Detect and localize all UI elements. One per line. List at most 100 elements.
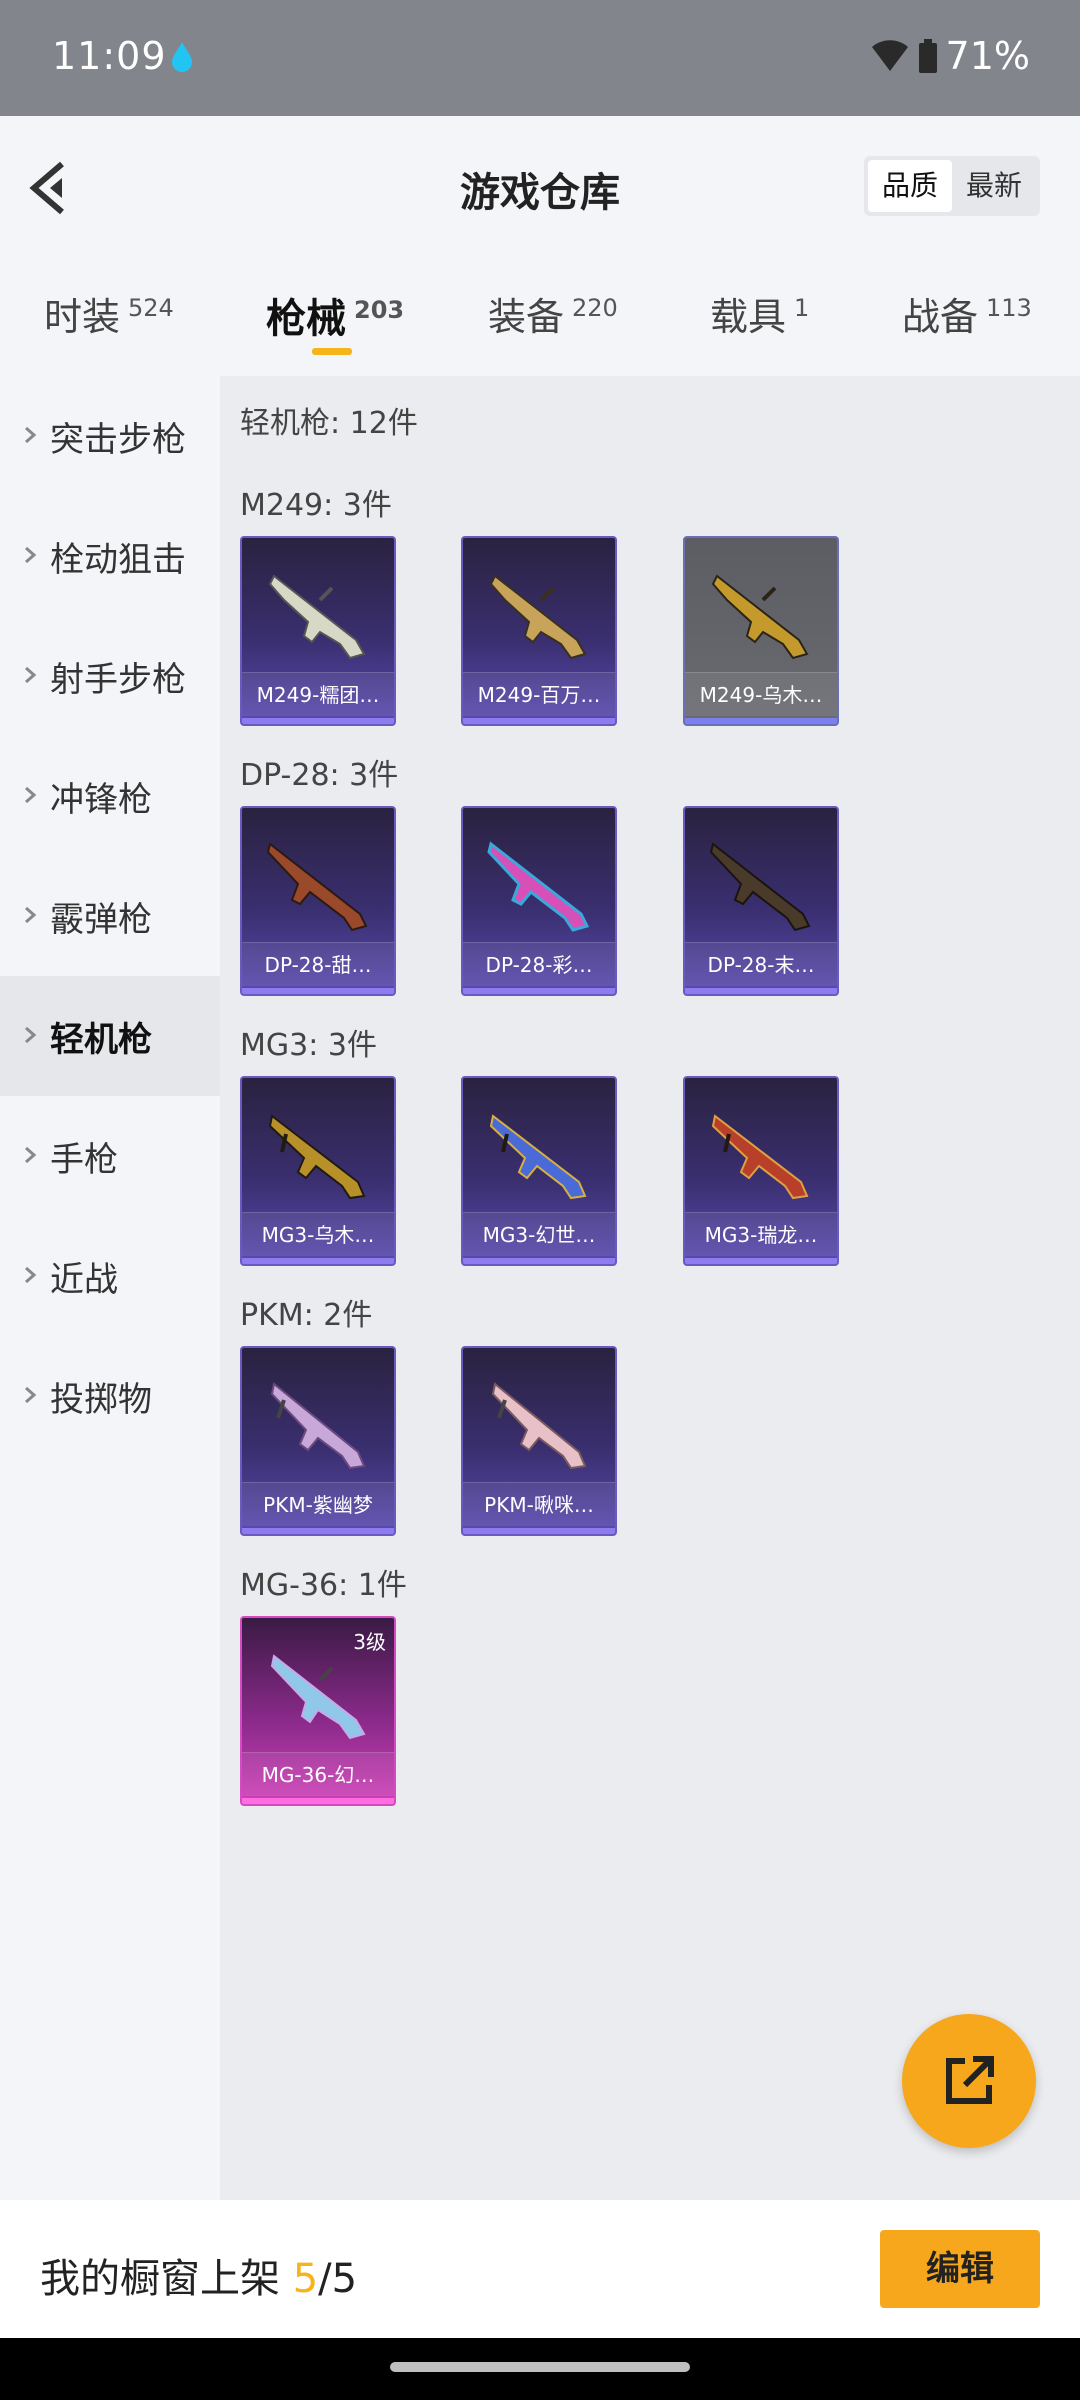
weapon-name: PKM-紫幽梦 [242,1482,394,1526]
weapon-name: DP-28-彩… [463,942,615,986]
sidebar-item-assault-rifle[interactable]: 突击步枪 [0,376,220,496]
tab-label: 时装 [44,295,121,339]
battery-level: 71% [945,34,1030,78]
weapon-card[interactable]: M249-糯团… [240,536,396,726]
sidebar-item-shotgun[interactable]: 霰弹枪 [0,856,220,976]
sidebar-item-label: 近战 [50,1260,118,1300]
tab-vehicles[interactable]: 载具 1 [710,286,809,341]
chevron-right-icon [25,786,37,804]
tab-supplies[interactable]: 战备 113 [902,286,1032,341]
weapon-card[interactable]: MG3-瑞龙… [683,1076,839,1266]
battery-icon [918,39,937,73]
weapon-card[interactable]: M249-乌木… [683,536,839,726]
tab-label: 战备 [902,295,979,339]
weapon-name: M249-乌木… [685,672,837,716]
sidebar-item-pistol[interactable]: 手枪 [0,1096,220,1216]
weapon-card[interactable]: PKM-紫幽梦 [240,1346,396,1536]
tab-label: 枪械 [266,296,346,342]
weapon-card[interactable]: DP-28-彩… [461,806,617,996]
sidebar-item-lmg[interactable]: 轻机枪 [0,976,220,1096]
chevron-right-icon [25,1386,37,1404]
showcase-total: /5 [318,2256,358,2302]
system-nav-bar [0,2338,1080,2400]
weapon-card[interactable]: MG3-乌木… [240,1076,396,1266]
home-gesture-handle[interactable] [390,2362,690,2372]
showcase-bar: 我的橱窗上架 5/5 编辑 [0,2200,1080,2338]
tab-firearms[interactable]: 枪械 203 [266,286,405,355]
rifle-icon [270,1654,366,1740]
status-time: 11:09 [52,34,167,78]
sidebar-item-label: 轻机枪 [50,1020,152,1060]
tab-count: 220 [572,294,618,323]
status-indicators: 71% [870,34,1030,78]
sidebar-item-label: 栓动狙击 [50,540,186,580]
tab-label: 装备 [488,295,565,339]
weapon-name: DP-28-末… [685,942,837,986]
chevron-right-icon [25,1026,37,1044]
weapon-name: MG-36-幻… [242,1752,394,1796]
group-title: DP-28: 3件 [240,758,399,793]
weapon-card[interactable]: DP-28-末… [683,806,839,996]
rarity-bar [242,988,394,994]
sidebar-item-marksman-rifle[interactable]: 射手步枪 [0,616,220,736]
rifle-icon [711,574,809,660]
weapon-name: DP-28-甜… [242,942,394,986]
weapon-type-sidebar: 突击步枪 栓动狙击 射手步枪 冲锋枪 霰弹枪 轻机枪 手枪 近战 投掷物 [0,376,220,2200]
weapon-card[interactable]: DP-28-甜… [240,806,396,996]
sort-quality-button[interactable]: 品质 [867,160,952,212]
chevron-right-icon [25,906,37,924]
category-total: 轻机枪: 12件 [240,406,418,441]
rifle-icon [489,1114,587,1200]
group-title: M249: 3件 [240,488,392,523]
rarity-bar [242,718,394,724]
showcase-current: 5 [292,2256,319,2302]
sidebar-item-bolt-sniper[interactable]: 栓动狙击 [0,496,220,616]
rifle-icon [268,574,366,660]
sidebar-item-label: 霰弹枪 [50,900,152,940]
rarity-bar [242,1798,394,1804]
tab-count: 524 [128,294,174,323]
tab-count: 203 [354,295,405,324]
rarity-bar [242,1528,394,1534]
app-header: 游戏仓库 品质 最新 [0,116,1080,256]
weapon-card[interactable]: 3级 MG-36-幻… [240,1616,396,1806]
rarity-bar [685,718,837,724]
sort-newest-button[interactable]: 最新 [952,160,1036,212]
rarity-bar [463,1258,615,1264]
sort-toggle: 品质 最新 [863,156,1040,216]
weapon-card[interactable]: PKM-啾咪… [461,1346,617,1536]
edit-button[interactable]: 编辑 [880,2230,1040,2308]
rarity-bar [463,718,615,724]
rifle-icon [487,841,590,932]
weapon-card[interactable]: MG3-幻世… [461,1076,617,1266]
weapon-card[interactable]: M249-百万… [461,536,617,726]
wifi-icon [871,40,908,71]
chevron-right-icon [25,1266,37,1284]
sidebar-item-smg[interactable]: 冲锋枪 [0,736,220,856]
tab-count: 1 [794,294,810,323]
rifle-icon [489,574,587,660]
rifle-icon [711,1114,809,1200]
weapon-name: M249-百万… [463,672,615,716]
rarity-bar [463,988,615,994]
status-bar: 11:09 71% [0,0,1080,116]
tab-fashion[interactable]: 时装 524 [44,286,174,341]
chevron-right-icon [25,426,37,444]
rifle-icon [266,842,368,932]
rarity-bar [463,1528,615,1534]
rarity-bar [242,1258,394,1264]
rarity-bar [685,1258,837,1264]
category-tabs: 时装 524 枪械 203 装备 220 载具 1 战备 113 [0,256,1080,376]
rifle-icon [709,842,811,932]
weapon-name: MG3-瑞龙… [685,1212,837,1256]
group-title: MG3: 3件 [240,1028,377,1063]
tab-equipment[interactable]: 装备 220 [488,286,618,341]
rifle-icon [491,1382,587,1470]
tab-label: 载具 [710,295,787,339]
sidebar-item-throwable[interactable]: 投掷物 [0,1336,220,1456]
group-title: PKM: 2件 [240,1298,373,1333]
notification-drop-icon [172,42,192,72]
share-button[interactable] [902,2014,1036,2148]
sidebar-item-melee[interactable]: 近战 [0,1216,220,1336]
sidebar-item-label: 突击步枪 [50,420,186,460]
